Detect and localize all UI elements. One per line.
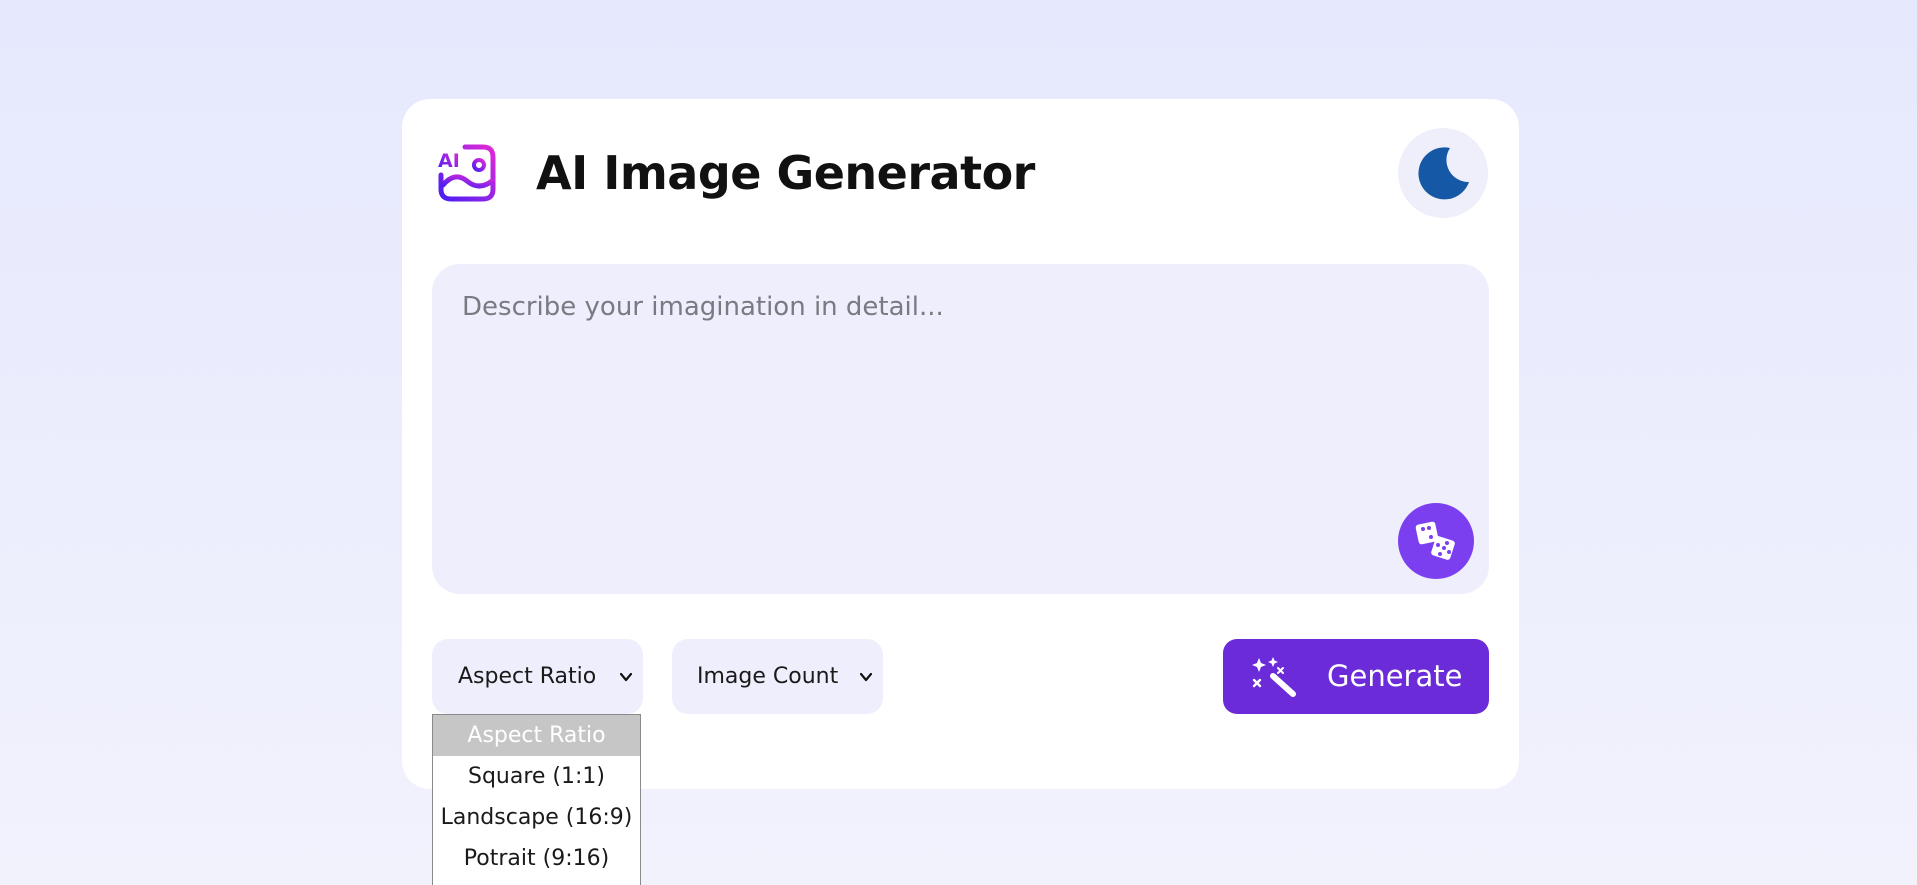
aspect-ratio-select-label: Aspect Ratio [458, 664, 597, 689]
image-count-select-label: Image Count [697, 664, 839, 689]
app-title: AI Image Generator [536, 146, 1035, 200]
magic-wand-icon [1252, 657, 1296, 697]
ai-image-logo-icon: AI [438, 144, 496, 202]
chevron-down-icon [859, 672, 873, 681]
image-count-select[interactable]: Image Count [672, 639, 883, 714]
dice-icon [1415, 521, 1455, 560]
dropdown-option-aspect-ratio[interactable]: Aspect Ratio [433, 715, 640, 756]
aspect-ratio-select[interactable]: Aspect Ratio [432, 639, 643, 714]
theme-toggle-button[interactable] [1398, 128, 1488, 218]
dropdown-option-square[interactable]: Square (1:1) [433, 756, 640, 797]
moon-icon [1418, 147, 1469, 200]
prompt-container [432, 264, 1489, 594]
generate-button-label: Generate [1327, 659, 1463, 693]
aspect-ratio-dropdown-list: Aspect Ratio Square (1:1) Landscape (16:… [432, 714, 641, 885]
prompt-input[interactable] [432, 264, 1489, 594]
chevron-down-icon [619, 672, 633, 681]
svg-text:AI: AI [438, 150, 460, 172]
dropdown-option-portrait[interactable]: Potrait (9:16) [433, 838, 640, 879]
random-prompt-button[interactable] [1398, 503, 1474, 579]
generate-button[interactable]: Generate [1223, 639, 1489, 714]
dropdown-option-landscape[interactable]: Landscape (16:9) [433, 797, 640, 838]
generator-card: AI AI Image Generator Aspect Ratio [402, 99, 1519, 789]
